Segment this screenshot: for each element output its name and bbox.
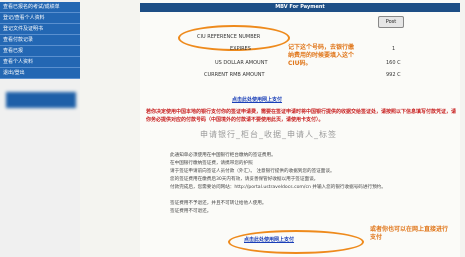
online-pay-link-bottom[interactable]: 点击此处使用网上支付 — [244, 236, 294, 243]
sidebar-item-2[interactable]: 登记/查看个人资料 — [0, 13, 80, 24]
sidebar-item-5[interactable]: 查看已报 — [0, 46, 80, 57]
sidebar-item-1[interactable]: 查看已报名的考试/成绩单 — [0, 2, 80, 13]
annotation-ciu-note: 记下这个号码，去银行缴纳费用的时候要填入这个CIU码。 — [288, 44, 355, 67]
body-line-6: 签证费用不予退还，并且不可转让给他人使用。 — [170, 201, 267, 206]
usd-amount-label: US DOLLAR AMOUNT — [215, 60, 268, 66]
body-line-3: 请于签证申请前向签证人员付款（外汇）。 注意银行提供的收据到您的签证面谈。 — [170, 169, 335, 174]
payment-panel: MBV For Payment Post CIU REFERENCE NUMBE… — [140, 0, 460, 257]
rmb-amount-label: CURRENT RMB AMOUNT — [204, 72, 265, 78]
annotation-online-pay-note: 或者你也可以在网上直接进行支付 — [370, 226, 449, 241]
body-line-1: 此通知单必须使用在中国银行柜台缴纳的签证费用。 — [170, 153, 276, 158]
rmb-amount-value: 992 C — [386, 72, 401, 78]
stamp-text: 申请银行_柜台_收据_申请人_标签 — [200, 130, 337, 139]
sidebar-highlight-blurred — [6, 92, 76, 108]
body-line-5: 付款完成后，您需要访问网站：http://portal.ustraveldocs… — [170, 185, 386, 190]
post-button[interactable]: Post — [378, 16, 404, 28]
red-notice-text: 若你决定使用中国本地的银行支付你的签证申请费，需要在签证申请时将中国银行提供的收… — [146, 109, 457, 123]
body-line-4: 您的签证费用在缴费后30天内有效，请妥善保管好收据以用于签证面谈。 — [170, 177, 319, 182]
body-line-7: 签证费用不可退还。 — [170, 209, 212, 214]
sidebar-item-3[interactable]: 登记文件及证明书 — [0, 24, 80, 35]
sidebar-item-6[interactable]: 查看个人资料 — [0, 57, 80, 68]
sidebar: 查看已报名的考试/成绩单 登记/查看个人资料 登记文件及证明书 查看付款记录 查… — [0, 0, 80, 257]
sidebar-item-logout[interactable]: 退出/登出 — [0, 68, 80, 79]
sidebar-item-4[interactable]: 查看付款记录 — [0, 35, 80, 46]
usd-amount-value: 160 C — [386, 60, 401, 66]
page-title: MBV For Payment — [140, 3, 460, 12]
expires-value: 1 — [392, 46, 396, 52]
online-pay-link-top[interactable]: 点击此处使用网上支付 — [232, 96, 282, 103]
expires-label: EXPIRES — [230, 46, 251, 52]
ciu-reference-label: CIU REFERENCE NUMBER — [197, 34, 261, 40]
body-line-2: 在中国银行缴纳签证费，请携带您的护照 — [170, 161, 253, 166]
